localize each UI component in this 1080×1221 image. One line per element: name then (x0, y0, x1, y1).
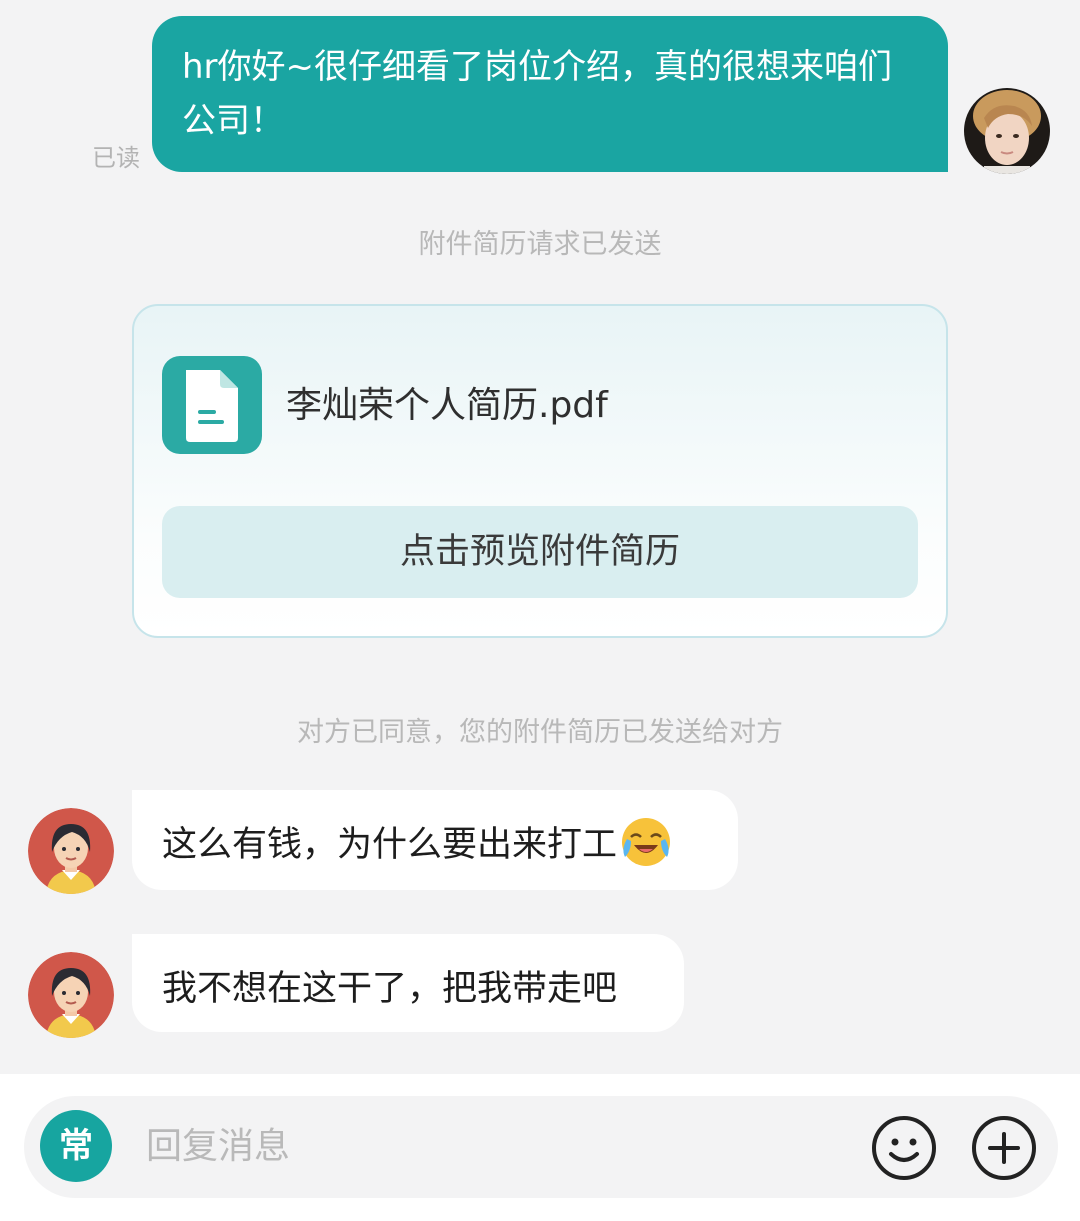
hr-avatar-image (28, 952, 114, 1038)
notice-resume-request-sent: 附件简历请求已发送 (418, 229, 662, 260)
read-status: 已读 (92, 144, 140, 172)
reply-message-input[interactable] (146, 1116, 826, 1176)
my-avatar[interactable] (964, 88, 1050, 174)
hr-avatar-image (28, 808, 114, 894)
notice-resume-delivered: 对方已同意，您的附件简历已发送给对方 (297, 717, 783, 748)
plus-circle-icon[interactable] (970, 1114, 1038, 1182)
incoming-message-text: 这么有钱，为什么要出来打工 (162, 825, 618, 865)
incoming-message-bubble[interactable]: 我不想在这干了，把我带走吧 (132, 934, 684, 1032)
crying-laughing-emoji-icon (619, 815, 673, 869)
hr-avatar[interactable] (28, 808, 114, 894)
resume-file-name[interactable]: 李灿荣个人简历.pdf (286, 376, 608, 428)
user-avatar-image (964, 88, 1050, 174)
common-phrases-button[interactable]: 常 (40, 1110, 112, 1182)
incoming-message-bubble[interactable]: 这么有钱，为什么要出来打工 (132, 790, 738, 890)
hr-avatar[interactable] (28, 952, 114, 1038)
outgoing-message-bubble[interactable]: hr你好~很仔细看了岗位介绍，真的很想来咱们公司！ (152, 16, 948, 172)
smiley-icon[interactable] (870, 1114, 938, 1182)
preview-resume-button[interactable]: 点击预览附件简历 (162, 506, 918, 598)
document-icon (162, 356, 262, 454)
incoming-message-text: 我不想在这干了，把我带走吧 (162, 969, 618, 1009)
